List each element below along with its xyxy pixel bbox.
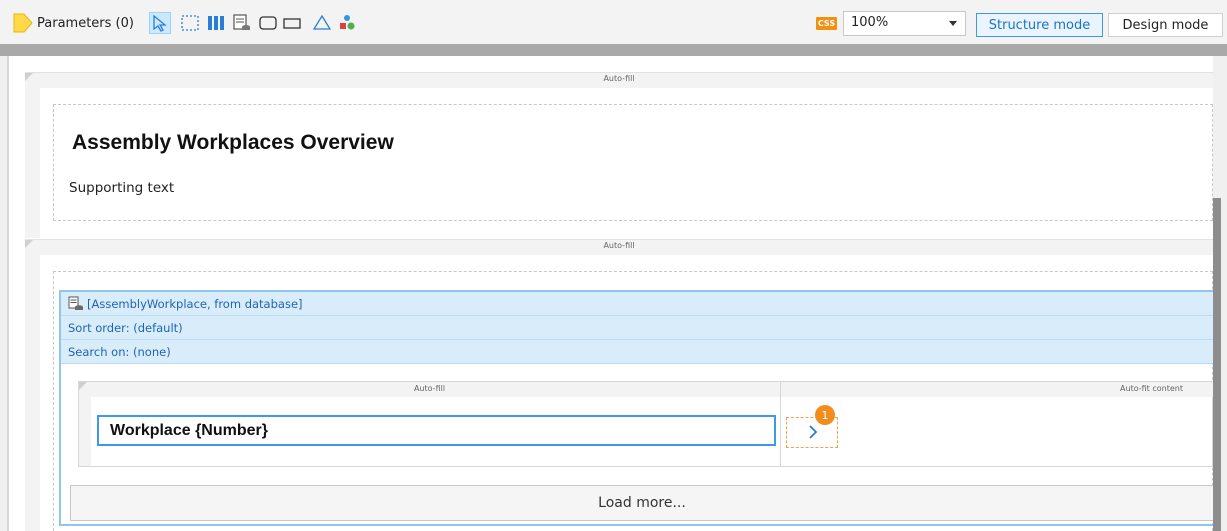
workplace-number-field[interactable]: Workplace {Number}: [97, 415, 776, 446]
parameters-label: Parameters (0): [37, 15, 134, 31]
toolbar-separator: [0, 44, 1227, 56]
notification-badge[interactable]: 1: [815, 405, 835, 425]
parameters-button[interactable]: Parameters (0): [12, 12, 134, 34]
inner-corner: [79, 382, 87, 390]
select-pointer-icon[interactable]: [149, 12, 171, 34]
search-on-label: Search on: (none): [68, 345, 171, 359]
page-title[interactable]: Assembly Workplaces Overview: [72, 131, 394, 155]
database-list-icon: [68, 296, 83, 310]
supporting-text[interactable]: Supporting text: [69, 180, 174, 196]
section1-side: [25, 88, 40, 238]
section2-autofill-label: Auto-fill: [603, 241, 635, 250]
zoom-value: 100%: [851, 15, 889, 30]
dashed-container-icon[interactable]: [180, 13, 200, 33]
css-badge[interactable]: CSS: [816, 17, 837, 30]
left-column-header: Auto-fill: [79, 382, 780, 397]
sort-order-label: Sort order: (default): [68, 321, 183, 335]
component-icon[interactable]: [337, 13, 357, 33]
section1-header: Auto-fill: [25, 72, 1213, 88]
list-source-row[interactable]: [AssemblyWorkplace, from database]: [61, 292, 1213, 316]
left-column-label: Auto-fill: [413, 384, 446, 393]
parameters-icon: [13, 13, 33, 33]
chevron-right-icon: [809, 425, 818, 439]
inner-side: [79, 397, 91, 466]
list-db-icon[interactable]: [232, 13, 252, 33]
triangle-icon[interactable]: [312, 13, 332, 33]
right-column-label: Auto-fit content: [1120, 384, 1183, 393]
canvas-left-border: [7, 56, 9, 531]
workplace-number-text: Workplace {Number}: [110, 422, 268, 439]
zoom-select[interactable]: 100%: [843, 11, 966, 36]
sort-order-row[interactable]: Sort order: (default): [61, 316, 1213, 340]
column-divider[interactable]: [780, 382, 781, 467]
section2-side: [25, 255, 40, 531]
structure-mode-button[interactable]: Structure mode: [976, 13, 1103, 37]
section1-autofill-label: Auto-fill: [603, 74, 635, 83]
columns-icon[interactable]: [206, 13, 226, 33]
list-source-label: [AssemblyWorkplace, from database]: [87, 297, 303, 311]
right-column-header: Auto-fit content: [781, 382, 1213, 397]
vertical-scrollbar-thumb[interactable]: [1213, 198, 1221, 531]
chevron-down-icon: [949, 21, 957, 26]
section1-container[interactable]: [53, 104, 1213, 221]
load-more-button[interactable]: Load more...: [70, 485, 1213, 521]
toolbar: Parameters (0) CSS 100% Structure mode D…: [0, 0, 1227, 44]
search-on-row[interactable]: Search on: (none): [61, 340, 1213, 364]
rounded-box-icon[interactable]: [258, 13, 278, 33]
section2-header: Auto-fill: [25, 239, 1213, 255]
design-mode-button[interactable]: Design mode: [1108, 13, 1223, 37]
flat-box-icon[interactable]: [282, 13, 302, 33]
